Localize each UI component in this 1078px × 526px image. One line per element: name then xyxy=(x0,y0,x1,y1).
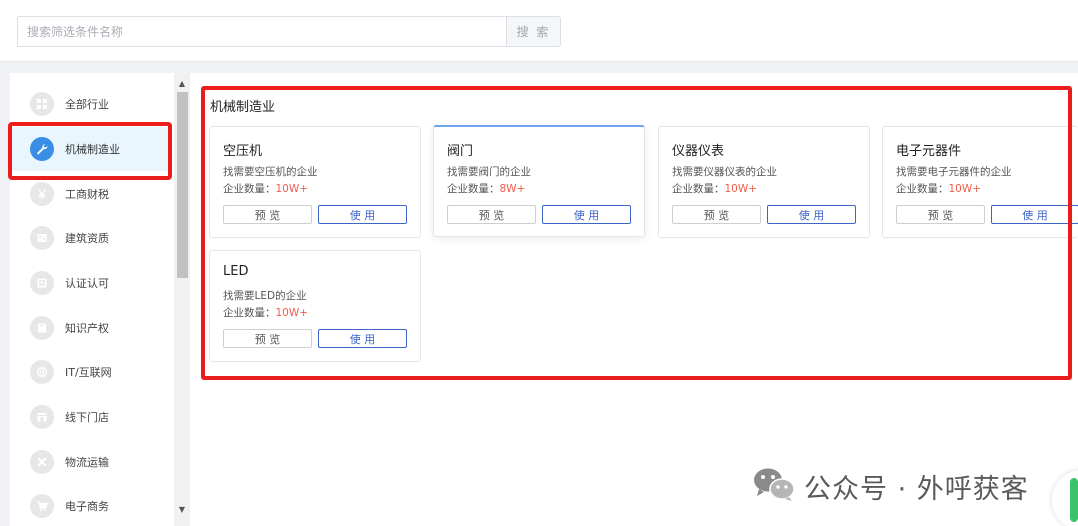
sidebar-item-label: 物流运输 xyxy=(65,456,109,469)
sidebar-item-label: 电子商务 xyxy=(65,500,109,513)
sidebar-scrollbar[interactable]: ▲ ▼ xyxy=(174,73,190,526)
search-input[interactable] xyxy=(17,16,507,47)
highlight-box-cards xyxy=(201,86,1072,380)
search-bar: 搜 索 xyxy=(0,0,1078,62)
truck-icon xyxy=(30,450,54,474)
scroll-down-arrow-icon[interactable]: ▼ xyxy=(174,501,190,517)
sidebar-item-label: 全部行业 xyxy=(65,98,109,111)
sidebar-item-offline-store[interactable]: 线下门店 xyxy=(10,395,172,439)
sidebar-item-it[interactable]: IT/互联网 xyxy=(10,350,172,394)
watermark: 公众号 · 外呼获客 xyxy=(752,466,1029,506)
sidebar-item-label: 工商财税 xyxy=(65,188,109,201)
cart-icon xyxy=(30,494,54,518)
sidebar-item-label: 认证认可 xyxy=(65,277,109,290)
globe-icon xyxy=(30,360,54,384)
sidebar-item-construction[interactable]: 建筑资质 xyxy=(10,216,172,260)
store-icon xyxy=(30,405,54,429)
sidebar-item-ip[interactable]: 知识产权 xyxy=(10,306,172,350)
scroll-up-arrow-icon[interactable]: ▲ xyxy=(174,75,190,91)
scroll-thumb[interactable] xyxy=(177,92,188,278)
sidebar-item-ecommerce[interactable]: 电子商务 xyxy=(10,484,172,526)
certificate-icon xyxy=(30,226,54,250)
watermark-text: 公众号 · 外呼获客 xyxy=(804,473,1029,505)
wechat-icon xyxy=(752,466,796,506)
sidebar-item-label: 知识产权 xyxy=(65,322,109,335)
highlight-box-sidebar xyxy=(8,122,172,180)
yen-icon xyxy=(30,182,54,206)
sidebar-item-all-industries[interactable]: 全部行业 xyxy=(10,82,172,126)
search-button[interactable]: 搜 索 xyxy=(506,16,561,47)
badge-icon xyxy=(30,271,54,295)
sidebar-item-label: 建筑资质 xyxy=(65,232,109,245)
sidebar-item-logistics[interactable]: 物流运输 xyxy=(10,440,172,484)
sidebar-item-certification[interactable]: 认证认可 xyxy=(10,261,172,305)
sidebar-item-label: 线下门店 xyxy=(65,411,109,424)
grid-icon xyxy=(30,92,54,116)
book-icon xyxy=(30,316,54,340)
sidebar-item-label: IT/互联网 xyxy=(65,366,112,379)
